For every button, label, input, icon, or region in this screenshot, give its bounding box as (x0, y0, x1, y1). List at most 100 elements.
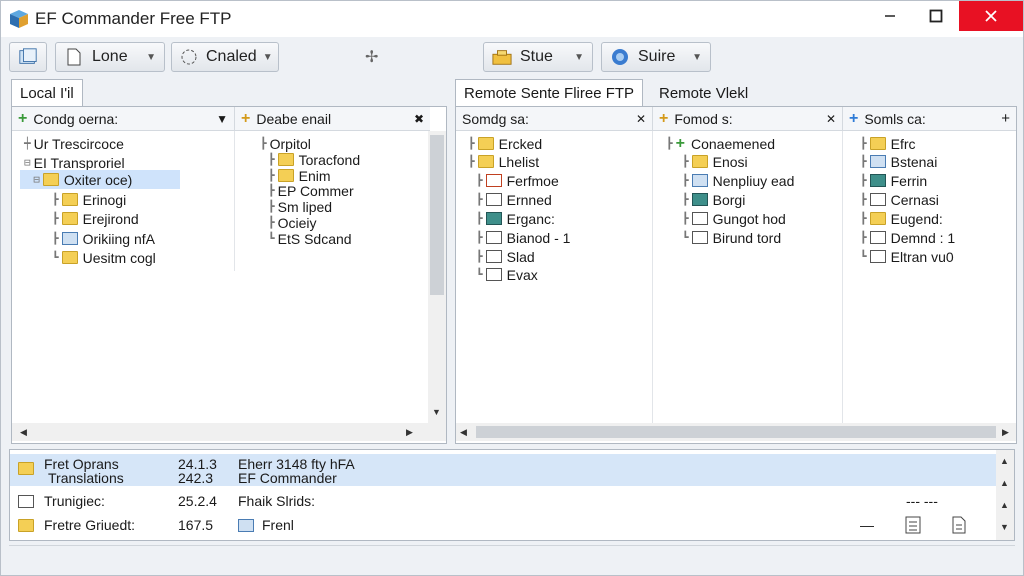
close-icon[interactable]: ✕ (826, 112, 836, 126)
scroll-down-arrow-icon[interactable]: ▼ (432, 407, 441, 417)
item-label: Demnd : 1 (890, 229, 956, 246)
cnaled-button[interactable]: Cnaled ▼ (171, 42, 279, 72)
queue-name-2: Translations (48, 470, 124, 486)
scroll-right-arrow-icon[interactable]: ▶ (1002, 427, 1009, 438)
add-icon: + (18, 109, 28, 127)
queue-vertical-scrollbar[interactable]: ▲ ▲ ▲ ▼ (996, 450, 1014, 540)
list-item[interactable]: ┣ Ernned (476, 190, 552, 209)
remote-horizontal-scrollbar[interactable]: ◀ ▶ (456, 423, 1016, 441)
stue-button-label: Stue (520, 48, 553, 65)
minimize-icon (885, 15, 895, 17)
scroll-right-arrow-icon[interactable]: ▶ (406, 427, 413, 438)
list-view-icon[interactable] (904, 516, 922, 534)
list-item[interactable]: ┣ Bstenai (860, 152, 937, 171)
cnaled-button-label: Cnaled (206, 48, 257, 65)
remote-column-header-3[interactable]: + Somls ca: + (842, 107, 1016, 131)
list-item[interactable]: ┣ Nenpliuy ead (682, 171, 794, 190)
local-horizontal-scrollbar[interactable]: ◀ ▶ (12, 423, 446, 441)
scrollbar-thumb[interactable] (430, 135, 444, 295)
scroll-left-arrow-icon[interactable]: ◀ (20, 427, 27, 438)
list-item[interactable]: ┣ Bianod - 1 (476, 228, 570, 247)
list-item[interactable]: ┣ Ercked (468, 134, 542, 153)
local-vertical-scrollbar[interactable]: ▼ (428, 131, 446, 423)
folder-icon (477, 155, 494, 168)
list-item[interactable]: ┣ + Conaemened (666, 134, 775, 153)
item-label: Efrc (890, 135, 916, 152)
table-row[interactable]: Fretre Griuedt: 167.5 Frenl — (10, 514, 996, 536)
list-item[interactable]: ┣ Ferfmoe (476, 171, 559, 190)
list-item-selected[interactable]: ⊟ Oxiter oce) (20, 170, 180, 189)
tab-local-label: Local I'il (20, 85, 74, 102)
item-label: Ernned (506, 191, 552, 208)
suire-button[interactable]: Suire ▼ (601, 42, 711, 72)
scroll-left-arrow-icon[interactable]: ◀ (460, 427, 467, 438)
minimize-button[interactable] (867, 1, 913, 31)
list-item[interactable]: ┣ Cernasi (860, 190, 939, 209)
remote-col1-title: Somdg sa: (462, 110, 529, 127)
file-icon (691, 212, 708, 225)
scrollbar-thumb[interactable] (476, 426, 996, 438)
list-item[interactable]: ┗ Uesitm cogl (52, 248, 156, 267)
list-item[interactable]: ┣ Enosi (682, 152, 748, 171)
file-icon (485, 174, 502, 187)
list-item[interactable]: ┗ Birund tord (682, 228, 781, 247)
file-icon (691, 231, 708, 244)
tab-local[interactable]: Local I'il (11, 79, 83, 107)
chevron-down-icon: ▼ (146, 51, 156, 63)
remote-column-header-1[interactable]: Somdg sa: ✕ (456, 107, 652, 131)
folder-icon (277, 153, 294, 166)
queue-size: 25.2.4 (178, 493, 217, 509)
item-label: Gungot hod (712, 210, 786, 227)
list-item[interactable]: ┗ EtS Sdcand (268, 229, 352, 248)
folder-icon (477, 137, 494, 150)
list-item[interactable]: ┣ Demnd : 1 (860, 228, 955, 247)
folder-icon (18, 462, 34, 475)
image-file-icon (485, 212, 502, 225)
close-button[interactable] (959, 1, 1023, 31)
tab-remote-view[interactable]: Remote Vlekl (651, 79, 756, 107)
table-row[interactable]: Fret Oprans Translations 24.1.3 242.3 Eh… (10, 454, 996, 486)
list-item[interactable]: ┣ Erganc: (476, 209, 555, 228)
panels-button[interactable] (9, 42, 47, 72)
list-item[interactable]: ┣ Eugend: (860, 209, 943, 228)
folder-icon (869, 137, 886, 150)
add-column-icon[interactable]: + (1001, 110, 1010, 127)
tab-remote[interactable]: Remote Sente Fliree FTP (455, 79, 644, 107)
list-item[interactable]: ┣ Erejirond (52, 209, 139, 228)
scroll-up-arrow-icon[interactable]: ▲ (1000, 500, 1009, 510)
list-item[interactable]: ┣ Slad (476, 247, 535, 266)
folder-icon (18, 519, 34, 532)
tab-remote-label: Remote Sente Fliree FTP (464, 85, 635, 102)
panels-icon (19, 48, 37, 64)
list-item[interactable]: ┣ Efrc (860, 134, 916, 153)
item-label: Evax (506, 266, 538, 283)
list-item[interactable]: ┣ Erinogi (52, 190, 126, 209)
table-row[interactable]: Trunigiec: 25.2.4 Fhaik Slrids: --- --- (10, 490, 996, 512)
list-item[interactable]: ┣ Gungot hod (682, 209, 786, 228)
local-pane: + Condg oerna: ▼ + Deabe enail ✖ ┿ Ur Tre… (11, 106, 447, 444)
scroll-up-arrow-icon[interactable]: ▲ (1000, 456, 1009, 466)
scroll-up-arrow-icon[interactable]: ▲ (1000, 478, 1009, 488)
item-label: Cernasi (890, 191, 939, 208)
local-column-header-2[interactable]: + Deabe enail ✖ (234, 107, 430, 131)
close-icon[interactable]: ✕ (636, 112, 646, 126)
list-item[interactable]: ┣ Ferrin (860, 171, 927, 190)
stue-button[interactable]: Stue ▼ (483, 42, 593, 72)
scroll-down-arrow-icon[interactable]: ▼ (1000, 522, 1009, 532)
remote-column-header-2[interactable]: + Fomod s: ✕ (652, 107, 842, 131)
remote-col3-title: Somls ca: (864, 110, 926, 127)
maximize-icon (929, 9, 943, 23)
list-item[interactable]: ┿ Ur Trescircoce (24, 134, 124, 153)
list-item[interactable]: ┣ Lhelist (468, 152, 539, 171)
list-item[interactable]: ┣ Orikiing nfA (52, 229, 155, 248)
folder-icon (691, 155, 708, 168)
local-column-header-1[interactable]: + Condg oerna: ▼ (12, 107, 234, 131)
list-item[interactable]: ┗ Evax (476, 265, 538, 284)
document-view-icon[interactable] (950, 516, 968, 534)
lone-button[interactable]: Lone ▼ (55, 42, 165, 72)
list-item[interactable]: ┣ Borgi (682, 190, 745, 209)
maximize-button[interactable] (913, 1, 959, 31)
list-item[interactable]: ┗ Eltran vu0 (860, 247, 954, 266)
item-label: Oxiter oce) (63, 171, 133, 188)
item-label: Nenpliuy ead (712, 172, 795, 189)
